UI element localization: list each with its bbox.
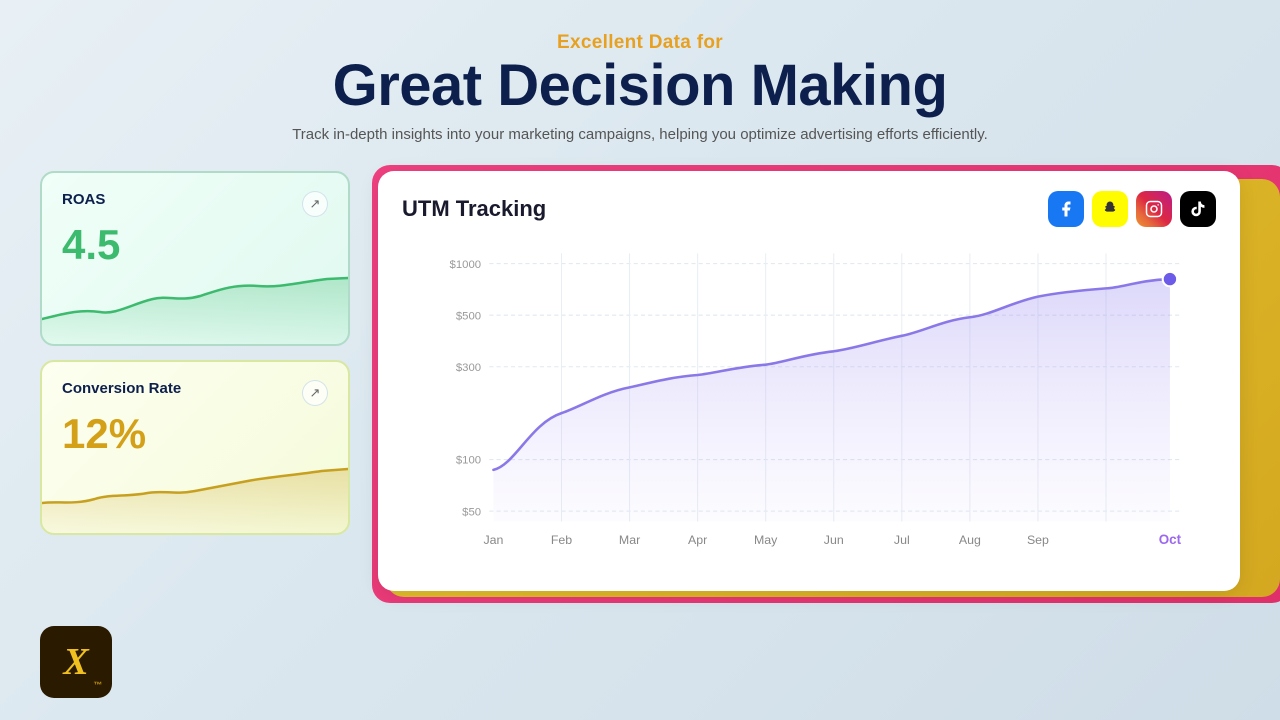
svg-text:Jan: Jan xyxy=(483,533,503,547)
page-header: Excellent Data for Great Decision Making… xyxy=(0,0,1280,161)
roas-arrow-button[interactable]: ↗ xyxy=(302,191,328,217)
header-subtitle: Excellent Data for xyxy=(0,32,1280,54)
facebook-icon[interactable] xyxy=(1048,191,1084,227)
social-icons-group xyxy=(1048,191,1216,227)
header-description: Track in-depth insights into your market… xyxy=(0,126,1280,143)
svg-text:May: May xyxy=(754,533,778,547)
logo-wrapper: X ™ xyxy=(40,626,112,698)
brand-logo: X ™ xyxy=(40,626,112,698)
svg-text:$1000: $1000 xyxy=(450,259,482,271)
utm-card-wrapper: UTM Tracking xyxy=(378,171,1240,591)
svg-text:Feb: Feb xyxy=(551,533,572,547)
conversion-card-header: Conversion Rate ↗ xyxy=(62,380,328,406)
svg-text:Jul: Jul xyxy=(894,533,910,547)
svg-text:Sep: Sep xyxy=(1027,533,1049,547)
conversion-label: Conversion Rate xyxy=(62,380,181,397)
svg-text:Aug: Aug xyxy=(959,533,981,547)
utm-title: UTM Tracking xyxy=(402,196,546,222)
conversion-arrow-icon: ↗ xyxy=(310,385,321,401)
roas-label: ROAS xyxy=(62,191,105,208)
conversion-value: 12% xyxy=(62,410,328,458)
roas-value: 4.5 xyxy=(62,221,328,269)
roas-card: ROAS ↗ 4.5 xyxy=(40,171,350,346)
conversion-card: Conversion Rate ↗ 12% xyxy=(40,360,350,535)
svg-text:Oct: Oct xyxy=(1159,532,1182,547)
roas-card-header: ROAS ↗ xyxy=(62,191,328,217)
roas-arrow-icon: ↗ xyxy=(310,196,321,212)
svg-text:$50: $50 xyxy=(462,506,481,518)
svg-text:Jun: Jun xyxy=(824,533,844,547)
svg-text:Apr: Apr xyxy=(688,533,707,547)
svg-text:$500: $500 xyxy=(456,310,481,322)
svg-text:$100: $100 xyxy=(456,454,481,466)
utm-card: UTM Tracking xyxy=(378,171,1240,591)
header-title: Great Decision Making xyxy=(0,54,1280,118)
left-cards-panel: ROAS ↗ 4.5 xyxy=(40,171,350,591)
svg-text:$300: $300 xyxy=(456,362,481,374)
svg-text:Mar: Mar xyxy=(619,533,640,547)
conversion-chart xyxy=(42,453,348,533)
snapchat-icon[interactable] xyxy=(1092,191,1128,227)
utm-chart-container: $1000 $500 $300 $100 $50 xyxy=(402,243,1216,573)
roas-chart xyxy=(42,264,348,344)
main-content: ROAS ↗ 4.5 xyxy=(0,171,1280,591)
utm-header: UTM Tracking xyxy=(402,191,1216,227)
conversion-arrow-button[interactable]: ↗ xyxy=(302,380,328,406)
instagram-icon[interactable] xyxy=(1136,191,1172,227)
tiktok-icon[interactable] xyxy=(1180,191,1216,227)
logo-text: X xyxy=(63,640,88,684)
